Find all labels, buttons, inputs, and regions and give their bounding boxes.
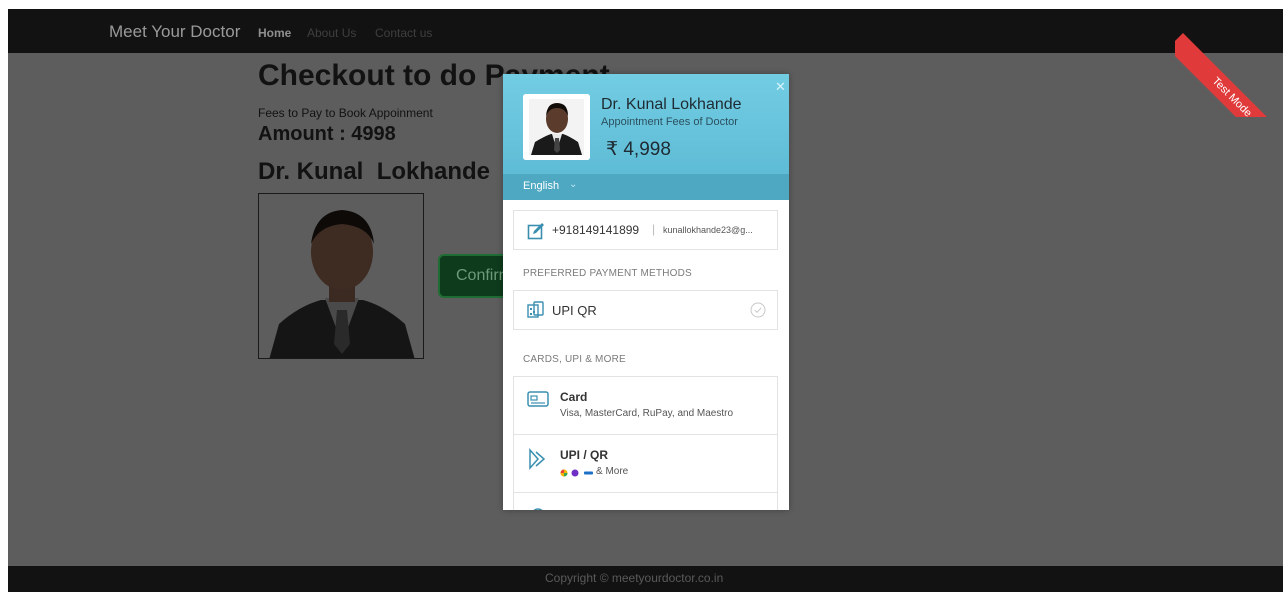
upi-more-label: & More xyxy=(596,466,629,477)
next-method-option[interactable] xyxy=(514,493,777,510)
contact-separator: | xyxy=(652,222,656,236)
upi-method-title: UPI / QR xyxy=(560,448,609,462)
upi-method-option[interactable]: UPI / QR & More xyxy=(514,435,777,493)
check-circle-icon xyxy=(750,302,766,318)
brand-link[interactable]: Meet Your Doctor xyxy=(109,22,240,42)
merchant-description: Appointment Fees of Doctor xyxy=(601,116,738,128)
upi-apps-icon xyxy=(560,469,593,477)
nav-about-link[interactable]: About Us xyxy=(307,26,356,40)
navbar: Meet Your Doctor Home About Us Contact u… xyxy=(8,9,1283,53)
amount-text: Amount : 4998 xyxy=(258,123,396,145)
checkout-amount: ₹ 4,998 xyxy=(606,139,671,160)
card-icon xyxy=(527,391,549,407)
payment-method-list: Card Visa, MasterCard, RuPay, and Maestr… xyxy=(513,376,778,510)
checkout-modal: ✕ Dr. Kunal Lokhande Appointment Fees of… xyxy=(503,74,789,510)
cards-upi-more-heading: CARDS, UPI & MORE xyxy=(523,354,626,365)
card-method-title: Card xyxy=(560,390,588,404)
contact-phone: +918149141899 xyxy=(552,223,640,237)
language-selector[interactable]: English ⌄ xyxy=(503,174,789,200)
upi-qr-label: UPI QR xyxy=(552,303,597,318)
wallet-icon xyxy=(533,508,543,510)
doctor-photo xyxy=(258,193,424,359)
merchant-name: Dr. Kunal Lokhande xyxy=(601,96,742,113)
fees-label: Fees to Pay to Book Appoinment xyxy=(258,106,433,120)
edit-icon xyxy=(527,223,544,240)
qr-icon xyxy=(527,301,544,318)
close-icon[interactable]: ✕ xyxy=(775,79,786,95)
card-method-option[interactable]: Card Visa, MasterCard, RuPay, and Maestr… xyxy=(514,377,777,435)
test-mode-ribbon: Test Mode xyxy=(1175,9,1283,117)
upi-icon xyxy=(529,448,546,470)
language-label: English xyxy=(523,180,560,192)
merchant-logo xyxy=(523,94,590,160)
preferred-methods-heading: PREFERRED PAYMENT METHODS xyxy=(523,268,692,279)
copyright-text: Copyright © meetyourdoctor.co.in xyxy=(545,571,724,585)
doctor-name: Dr. Kunal Lokhande xyxy=(258,158,491,185)
checkout-header: ✕ Dr. Kunal Lokhande Appointment Fees of… xyxy=(503,74,789,174)
nav-contact-link[interactable]: Contact us xyxy=(375,26,432,40)
footer: Copyright © meetyourdoctor.co.in xyxy=(8,566,1283,592)
contact-email: kunallokhande23@g... xyxy=(663,225,753,235)
test-mode-label: Test Mode xyxy=(1175,33,1283,117)
preferred-upi-qr-option[interactable]: UPI QR xyxy=(513,290,778,330)
chevron-down-icon: ⌄ xyxy=(569,179,578,190)
card-method-subtitle: Visa, MasterCard, RuPay, and Maestro xyxy=(560,408,734,419)
nav-home-link[interactable]: Home xyxy=(258,26,291,40)
contact-details-row[interactable]: +918149141899 | kunallokhande23@g... xyxy=(513,210,778,250)
